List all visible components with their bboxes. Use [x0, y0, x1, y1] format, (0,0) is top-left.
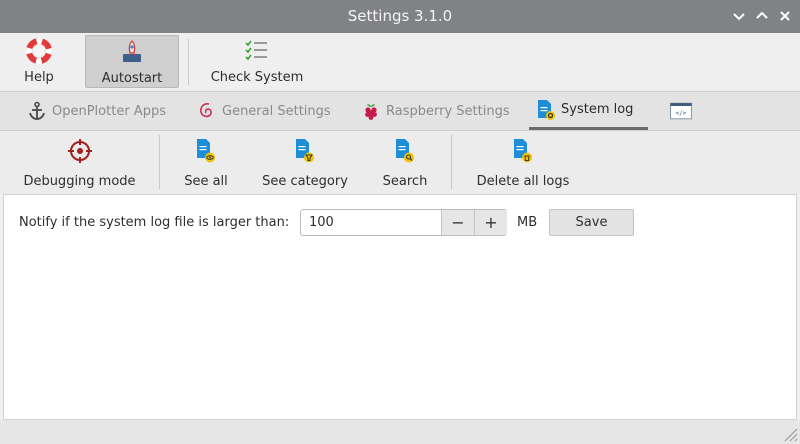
log-toolbar: Debugging mode See all See category Sear…: [0, 131, 800, 194]
log-settings-panel: Notify if the system log file is larger …: [3, 194, 797, 420]
tab-system-log[interactable]: System log: [529, 92, 648, 130]
tab-label: OpenPlotter Apps: [52, 103, 166, 119]
chevron-down-icon: [733, 13, 745, 21]
resize-grip-icon[interactable]: [780, 424, 798, 442]
decrement-button[interactable]: −: [441, 210, 474, 235]
tab-general-settings[interactable]: General Settings: [190, 92, 337, 130]
doc-filter-icon: [262, 137, 348, 165]
check-system-button[interactable]: Check System: [205, 35, 309, 88]
tab-label: Raspberry Settings: [386, 103, 510, 119]
lifebuoy-icon: [14, 37, 64, 65]
autostart-button[interactable]: Autostart: [85, 35, 179, 88]
see-all-label: See all: [184, 174, 228, 189]
delete-all-logs-button[interactable]: Delete all logs: [475, 137, 571, 189]
autostart-label: Autostart: [101, 71, 163, 86]
debian-swirl-icon: [196, 100, 218, 122]
checklist-icon: [205, 37, 309, 65]
check-system-label: Check System: [210, 70, 304, 85]
log-size-spinner: − +: [300, 209, 507, 236]
settings-window: Settings 3.1.0 Help Autostart Check Syst…: [0, 0, 800, 444]
log-size-input[interactable]: [301, 210, 441, 235]
tab-raspberry-settings[interactable]: Raspberry Settings: [354, 92, 516, 130]
window-title: Settings 3.1.0: [347, 7, 453, 25]
notify-label: Notify if the system log file is larger …: [19, 215, 290, 230]
help-button[interactable]: Help: [14, 35, 64, 88]
doc-eye-icon: [180, 137, 232, 165]
save-button[interactable]: Save: [549, 209, 634, 236]
status-bar: [0, 420, 800, 444]
title-bar[interactable]: Settings 3.1.0: [0, 0, 800, 33]
rocket-icon: [86, 38, 178, 66]
doc-gear-icon: [535, 99, 557, 121]
crosshair-bug-icon: [20, 137, 139, 165]
tab-label: System log: [561, 102, 634, 117]
delete-all-logs-label: Delete all logs: [476, 174, 570, 189]
close-icon: [780, 11, 790, 21]
size-unit-label: MB: [517, 215, 538, 230]
doc-search-icon: [381, 137, 429, 165]
toolbar-separator: [159, 135, 160, 189]
doc-trash-icon: [475, 137, 571, 165]
maximize-button[interactable]: [754, 8, 770, 24]
tab-openplotter-apps[interactable]: OpenPlotter Apps: [20, 92, 172, 130]
svg-text:</>: </>: [676, 110, 687, 117]
tab-bar: OpenPlotter Apps General Settings Raspbe…: [0, 91, 800, 131]
toolbar-separator: [188, 39, 189, 85]
see-all-button[interactable]: See all: [180, 137, 232, 189]
tab-code[interactable]: </>: [664, 92, 702, 130]
toolbar-separator: [451, 135, 452, 189]
debugging-mode-label: Debugging mode: [23, 174, 136, 189]
chevron-up-icon: [756, 11, 768, 19]
tab-label: General Settings: [222, 103, 331, 119]
search-label: Search: [382, 174, 428, 189]
see-category-label: See category: [262, 174, 348, 189]
raspberry-icon: [360, 100, 382, 122]
help-label: Help: [24, 70, 54, 85]
main-toolbar: Help Autostart Check System: [0, 33, 800, 91]
increment-button[interactable]: +: [474, 210, 507, 235]
code-window-icon: </>: [670, 100, 692, 122]
anchor-icon: [26, 100, 48, 122]
debugging-mode-button[interactable]: Debugging mode: [20, 137, 139, 189]
see-category-button[interactable]: See category: [262, 137, 348, 189]
close-button[interactable]: [777, 8, 793, 24]
search-button[interactable]: Search: [381, 137, 429, 189]
minimize-button[interactable]: [731, 8, 747, 24]
